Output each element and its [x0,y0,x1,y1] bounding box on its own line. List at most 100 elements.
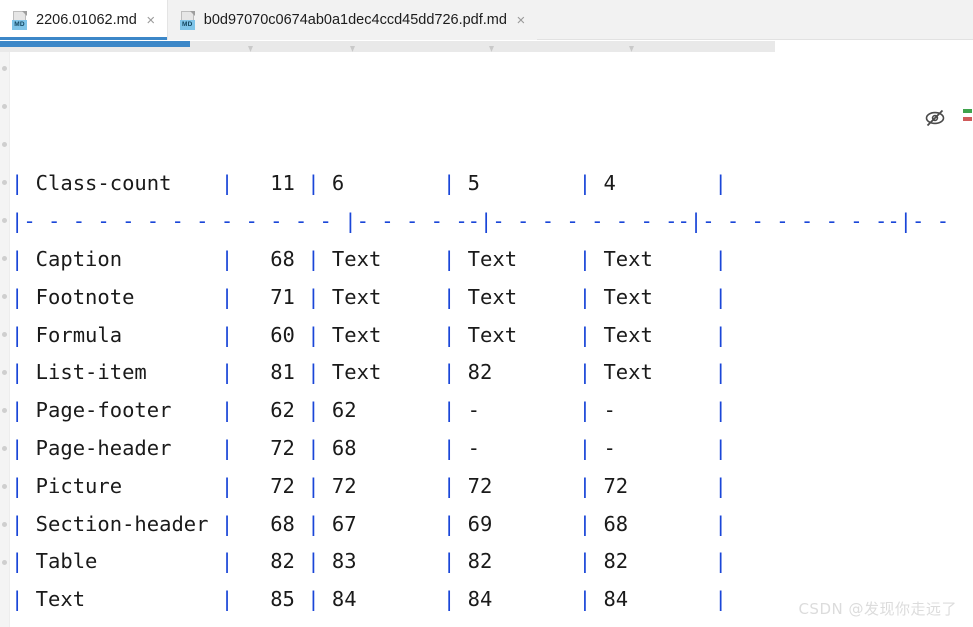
table-cell: 5 [455,171,579,196]
table-pipe: | [714,549,727,574]
table-pipe: | [11,322,24,347]
table-pipe: | [578,284,592,309]
table-pipe: | [307,435,320,460]
table-pipe: | [307,511,320,536]
table-pipe: | [578,171,592,196]
table-pipe: | [220,549,234,574]
close-icon[interactable]: × [144,13,158,28]
table-pipe: | [220,284,234,309]
table-cell: 72 [233,473,308,498]
table-pipe: | [11,360,24,385]
table-cell: 68 [233,511,308,536]
table-row: | Footnote | 71 | Text | Text | Text | [11,279,973,317]
table-cell: 82 [455,549,579,574]
table-row: | Title | 77 | Sec.-h. | Sec.-h. | Sec.-… [11,619,973,627]
table-cell: 72 [233,435,308,460]
table-pipe: | [11,587,24,612]
table-cell-label: Footnote [23,284,221,309]
table-cell-label: Formula [23,322,221,347]
table-row: | Picture | 72 | 72 | 72 | 72 | [11,468,973,506]
table-cell: 67 [319,511,443,536]
scrollbar-thumb[interactable] [0,41,190,47]
tab-2206-01062-md[interactable]: MD 2206.01062.md × [0,0,167,40]
table-cell: 72 [319,473,443,498]
table-cell: 4 [591,171,715,196]
table-pipe: | [714,360,727,385]
table-pipe: | [11,284,24,309]
table-pipe: | [220,435,234,460]
table-separator-segment: - - - - - - - -- [492,209,690,234]
editor-area[interactable]: | Class-count | 11 | 6 | 5 | 4 | |- - - … [0,52,973,627]
table-cell: 68 [319,435,443,460]
eye-off-icon[interactable] [924,107,946,129]
table-pipe: | [220,171,234,196]
table-cell: 82 [455,360,579,385]
horizontal-scrollbar[interactable] [0,41,973,52]
tab-label: b0d97070c0674ab0a1dec4ccd45dd726.pdf.md [203,11,507,28]
fold-gutter[interactable] [0,52,10,627]
table-pipe: | [714,284,727,309]
table-cell: 82 [591,549,715,574]
scrollbar-track[interactable] [0,41,775,52]
table-pipe: | [220,511,234,536]
table-pipe: | [443,360,456,385]
table-pipe: | [443,398,456,423]
table-pipe: | [344,209,357,234]
table-pipe: | [578,322,592,347]
md-file-icon: MD [12,10,29,30]
table-pipe: | [578,246,592,271]
markdown-editor-window: MD 2206.01062.md × MD b0d97070c0674ab0a1… [0,0,973,627]
table-cell: - [591,398,715,423]
table-pipe: | [220,246,234,271]
tab-b0d97070-pdf-md[interactable]: MD b0d97070c0674ab0a1dec4ccd45dd726.pdf.… [166,0,537,40]
table-cell: Text [319,322,443,347]
table-cell-label: Page-footer [23,398,221,423]
table-cell: Text [319,284,443,309]
table-cell-label: Text [23,587,221,612]
table-pipe: | [714,246,727,271]
table-row: | List-item | 81 | Text | 82 | Text | [11,354,973,392]
table-cell-label: Caption [23,246,221,271]
table-cell: 72 [455,473,579,498]
table-cell: 84 [591,587,715,612]
table-pipe: | [11,171,24,196]
table-pipe: | [307,284,320,309]
markdown-table-source[interactable]: | Class-count | 11 | 6 | 5 | 4 | |- - - … [11,52,973,627]
table-cell: Text [591,322,715,347]
close-icon[interactable]: × [514,13,528,28]
table-pipe: | [220,398,234,423]
table-pipe: | [11,435,24,460]
table-cell: - [455,435,579,460]
table-separator-segment: - - - - - - - -- [702,209,900,234]
table-cell: 71 [233,284,308,309]
table-cell: 11 [233,171,308,196]
table-cell: 82 [233,549,308,574]
table-cell: 69 [455,511,579,536]
table-cell: - [455,398,579,423]
tab-bar: MD 2206.01062.md × MD b0d97070c0674ab0a1… [0,0,973,40]
table-pipe: | [578,398,592,423]
table-pipe: | [307,473,320,498]
table-pipe: | [714,511,727,536]
table-pipe: | [899,209,913,234]
tab-label: 2206.01062.md [36,11,137,28]
table-pipe: | [578,435,592,460]
table-pipe: | [578,511,592,536]
table-row: | Page-footer | 62 | 62 | - | - | [11,392,973,430]
table-cell: 68 [591,511,715,536]
table-pipe: | [307,549,320,574]
table-cell-label: Page-header [23,435,221,460]
md-badge-label: MD [12,19,27,30]
table-pipe: | [689,209,703,234]
table-pipe: | [443,511,456,536]
table-pipe: | [714,322,727,347]
table-pipe: | [714,587,727,612]
table-pipe: | [11,511,24,536]
table-cell: 68 [233,246,308,271]
table-cell: - [591,435,715,460]
minimap-marker-error [963,117,972,121]
minimap-markers[interactable] [961,104,973,627]
table-cell-label: Table [23,549,221,574]
table-cell: 62 [233,398,308,423]
active-tab-underline [0,37,167,40]
